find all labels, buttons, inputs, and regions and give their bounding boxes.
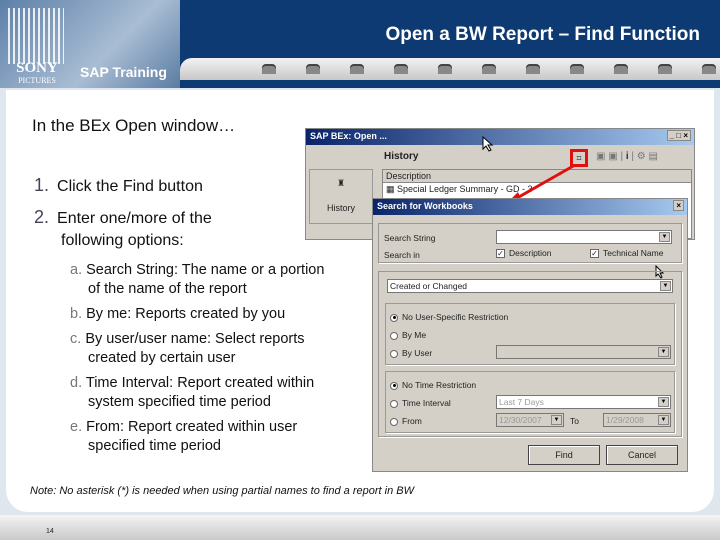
toolbar-icons[interactable]: ▣ ▣ | i | ⚙ ▤ [596, 151, 658, 162]
step-1: 1. Click the Find button [34, 175, 203, 196]
window-title: SAP BEx: Open ... [310, 131, 387, 141]
open-window-titlebar: SAP BEx: Open ... _ □ × [306, 129, 694, 145]
intro-text: In the BEx Open window… [32, 116, 236, 135]
option-text: Time Interval: Report created within sys… [85, 375, 315, 410]
option-a: a. Search String: The name or a portion … [70, 261, 340, 299]
chevron-down-icon: ▼ [658, 415, 669, 425]
option-letter: e. [70, 419, 83, 435]
option-letter: a. [70, 262, 83, 278]
page-number: 14 [46, 528, 54, 535]
option-b: b. By me: Reports created by you [70, 305, 340, 324]
window-controls[interactable]: _ □ × [666, 130, 691, 141]
chevron-down-icon: ▼ [660, 281, 671, 291]
step-text: Click the Find button [57, 178, 203, 195]
option-letter: d. [70, 375, 83, 391]
note-text: Note: No asterisk (*) is needed when usi… [30, 485, 414, 497]
option-letter: b. [70, 306, 83, 322]
option-d: d. Time Interval: Report created within … [70, 374, 350, 412]
description-checkbox[interactable]: ✓ Description [496, 248, 552, 259]
chevron-down-icon: ▼ [659, 232, 670, 242]
option-text: By user/user name: Select reports create… [85, 331, 305, 366]
section-title: History [384, 151, 419, 162]
search-string-label: Search String [384, 233, 436, 243]
slide-title: Open a BW Report – Find Function [385, 24, 700, 45]
find-dialog-button[interactable]: Find [528, 445, 600, 465]
option-text: By me: Reports created by you [86, 306, 286, 322]
chevron-down-icon: ▼ [658, 347, 669, 357]
search-in-label: Search in [384, 250, 420, 260]
history-icon: ♜ [336, 178, 346, 188]
sony-logo-icon [8, 8, 64, 64]
step-text: Enter one/more of the following options: [57, 210, 212, 249]
brand-bottom: PICTURES [18, 76, 56, 85]
step-number: 1. [34, 175, 50, 195]
radio-no-user[interactable]: No User-Specific Restriction [390, 312, 508, 322]
option-c: c. By user/user name: Select reports cre… [70, 330, 340, 368]
interval-select[interactable]: Last 7 Days ▼ [496, 395, 671, 409]
date-type-select[interactable]: Created or Changed ▼ [387, 279, 673, 293]
header-rail [180, 58, 720, 80]
from-date-input[interactable]: 12/30/2007 ▼ [496, 413, 564, 427]
chevron-down-icon: ▼ [658, 397, 669, 407]
brand-top: SONY [16, 60, 58, 76]
radio-by-user[interactable]: By User [390, 348, 432, 358]
radio-time-interval[interactable]: Time Interval [390, 398, 451, 408]
technical-name-checkbox[interactable]: ✓ Technical Name [590, 248, 663, 259]
step-2: 2. Enter one/more of the following option… [34, 206, 264, 252]
workbook-icon: ▦ [386, 184, 398, 194]
option-e: e. From: Report created within user spec… [70, 418, 340, 456]
radio-by-me[interactable]: By Me [390, 330, 426, 340]
close-icon[interactable]: × [673, 200, 684, 211]
radio-from[interactable]: From [390, 416, 422, 426]
radio-no-time[interactable]: No Time Restriction [390, 380, 476, 390]
search-dialog-titlebar: Search for Workbooks × [373, 199, 687, 215]
step-number: 2. [34, 207, 50, 227]
option-text: From: Report created within user specifi… [86, 419, 298, 454]
nav-label: History [326, 203, 355, 213]
search-dialog: Search for Workbooks × Search String ▼ Se… [372, 198, 688, 472]
user-select[interactable]: ▼ [496, 345, 671, 359]
search-string-input[interactable]: ▼ [496, 230, 672, 244]
cancel-button[interactable]: Cancel [606, 445, 678, 465]
option-letter: c. [70, 331, 82, 347]
cursor-icon [482, 136, 494, 152]
option-text: Search String: The name or a portion of … [86, 262, 325, 297]
chevron-down-icon: ▼ [551, 415, 562, 425]
nav-history[interactable]: ♜ History [309, 169, 373, 224]
product-name: SAP Training [80, 64, 167, 80]
to-date-input[interactable]: 1/29/2008 ▼ [603, 413, 671, 427]
dialog-title: Search for Workbooks [377, 201, 473, 211]
footer-rail [0, 515, 720, 540]
to-label: To [570, 416, 579, 426]
